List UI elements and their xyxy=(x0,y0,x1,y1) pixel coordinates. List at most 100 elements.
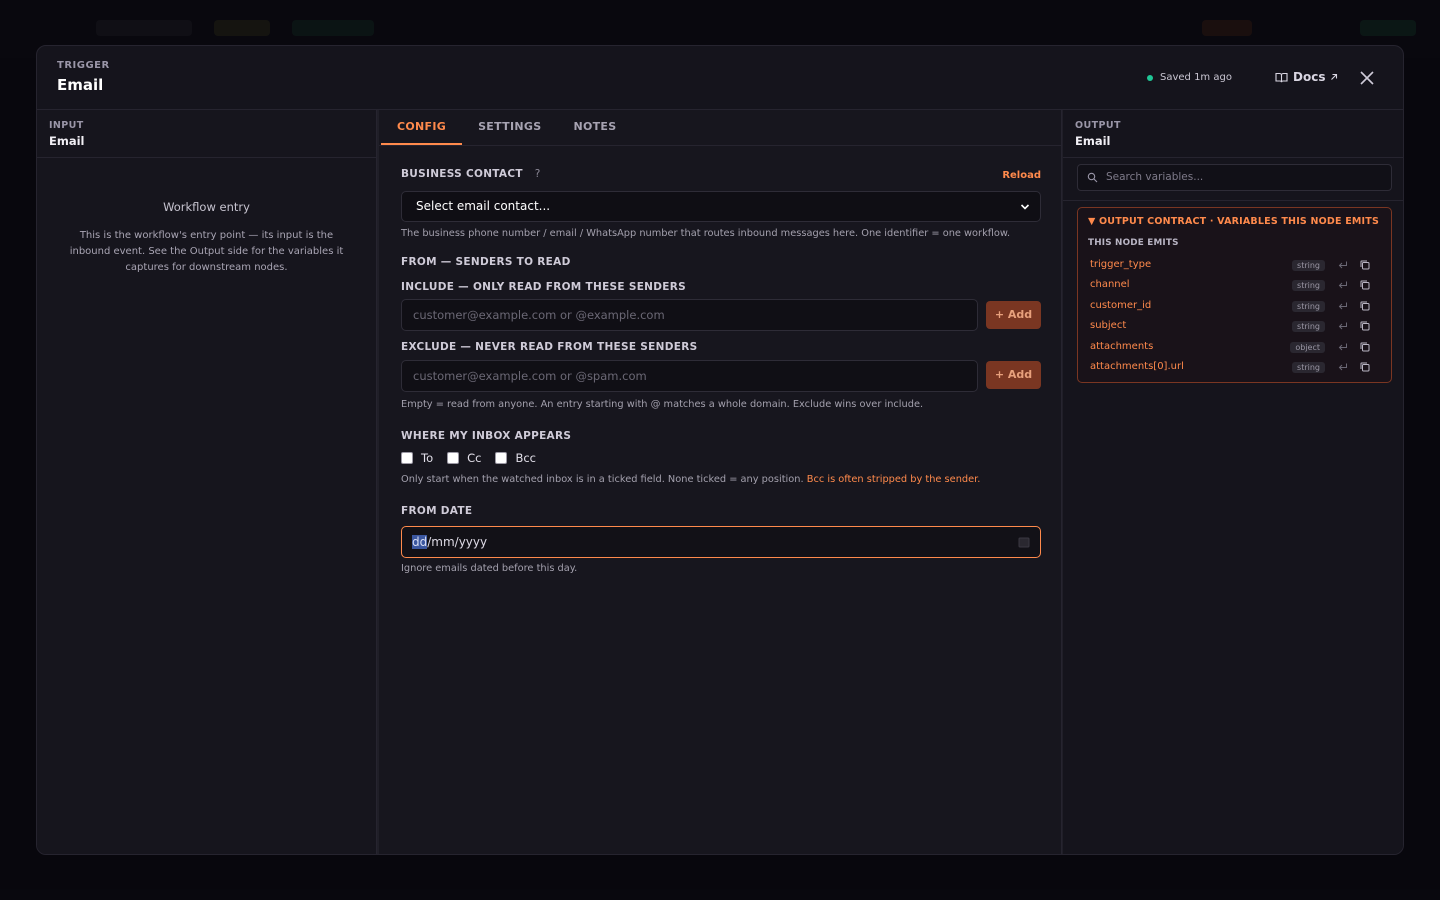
variable-type-badge: string xyxy=(1292,280,1325,292)
insert-icon[interactable] xyxy=(1337,279,1349,291)
copy-icon[interactable] xyxy=(1359,341,1371,353)
from-date-label: FROM DATE xyxy=(401,505,473,517)
variable-row[interactable]: customer_id string xyxy=(1090,299,1383,315)
checkbox-box[interactable] xyxy=(495,452,508,464)
config-panel: CONFIG SETTINGS NOTES BUSINESS CONTACT ?… xyxy=(379,110,1062,854)
saved-status-text: Saved 1m ago xyxy=(1160,72,1232,83)
inbox-help-text: Only start when the watched inbox is in … xyxy=(401,474,980,485)
senders-help-text: Empty = read from anyone. An entry start… xyxy=(401,399,924,410)
variable-row[interactable]: subject string xyxy=(1090,319,1383,335)
copy-icon[interactable] xyxy=(1359,361,1371,373)
search-placeholder: Search variables... xyxy=(1106,171,1204,183)
variable-type-badge: object xyxy=(1290,341,1325,353)
variable-row[interactable]: attachments object xyxy=(1090,340,1383,356)
checkbox-bcc-label: Bcc xyxy=(515,451,537,465)
input-kicker: INPUT xyxy=(49,120,84,131)
variable-row[interactable]: channel string xyxy=(1090,278,1383,294)
variable-search-input[interactable]: Search variables... xyxy=(1077,164,1392,191)
exclude-add-button[interactable]: + Add xyxy=(986,361,1041,389)
contact-help-text: The business phone number / email / What… xyxy=(401,228,1011,239)
variable-name: subject xyxy=(1090,320,1127,332)
config-tabs: CONFIG SETTINGS NOTES xyxy=(379,110,1061,146)
modal-columns: INPUT Email Workflow entry This is the w… xyxy=(37,110,1403,854)
input-panel: INPUT Email Workflow entry This is the w… xyxy=(37,110,377,854)
variable-type-badge: string xyxy=(1292,321,1325,333)
variable-name: trigger_type xyxy=(1090,259,1152,270)
inbox-position-label: WHERE MY INBOX APPEARS xyxy=(401,430,572,442)
checkbox-bcc[interactable]: Bcc xyxy=(495,451,536,465)
workflow-entry-title: Workflow entry xyxy=(163,200,250,214)
insert-icon[interactable] xyxy=(1337,320,1349,332)
book-icon xyxy=(1275,72,1288,82)
variable-row[interactable]: trigger_type string xyxy=(1090,258,1383,274)
insert-icon[interactable] xyxy=(1337,259,1349,271)
include-add-button[interactable]: + Add xyxy=(986,301,1041,329)
checkbox-to[interactable]: To xyxy=(401,451,433,465)
contact-select-value: Select email contact... xyxy=(416,199,551,213)
checkbox-to-label: To xyxy=(421,451,434,465)
output-kicker: OUTPUT xyxy=(1075,120,1121,131)
tab-settings[interactable]: SETTINGS xyxy=(462,110,557,145)
bcc-warning: Bcc is often stripped by the sender. xyxy=(806,474,981,485)
checkbox-cc-label: Cc xyxy=(467,451,482,465)
copy-icon[interactable] xyxy=(1359,320,1371,332)
saved-dot-icon xyxy=(1147,74,1153,81)
checkbox-box[interactable] xyxy=(447,452,460,464)
include-sender-input[interactable]: customer@example.com or @example.com xyxy=(401,299,978,331)
node-title: Email xyxy=(57,76,104,94)
from-date-help-text: Ignore emails dated before this day. xyxy=(401,563,578,574)
insert-icon[interactable] xyxy=(1337,341,1349,353)
output-panel-header: OUTPUT Email xyxy=(1063,110,1403,158)
include-label: INCLUDE — ONLY READ FROM THESE SENDERS xyxy=(401,281,686,293)
search-icon xyxy=(1087,172,1098,183)
exclude-sender-input[interactable]: customer@example.com or @spam.com xyxy=(401,360,978,392)
reload-button[interactable]: Reload xyxy=(1002,170,1041,181)
chevron-down-icon xyxy=(1020,204,1030,210)
copy-icon[interactable] xyxy=(1359,279,1371,291)
output-contract-subheader: THIS NODE EMITS xyxy=(1088,238,1179,248)
exclude-label: EXCLUDE — NEVER READ FROM THESE SENDERS xyxy=(401,341,698,353)
checkbox-box[interactable] xyxy=(401,452,413,464)
external-link-icon xyxy=(1331,73,1338,80)
variable-name: attachments xyxy=(1090,340,1154,352)
divider xyxy=(1063,200,1403,201)
insert-icon[interactable] xyxy=(1337,361,1349,373)
close-icon[interactable] xyxy=(1357,68,1377,88)
tab-notes[interactable]: NOTES xyxy=(557,110,632,145)
insert-icon[interactable] xyxy=(1337,300,1349,312)
copy-icon[interactable] xyxy=(1359,300,1371,312)
output-title: Email xyxy=(1075,134,1111,148)
variable-name: channel xyxy=(1090,279,1130,291)
checkbox-cc[interactable]: Cc xyxy=(447,451,481,465)
input-panel-header: INPUT Email xyxy=(37,110,376,158)
docs-link[interactable]: Docs xyxy=(1275,70,1338,84)
copy-icon[interactable] xyxy=(1359,259,1371,271)
input-title: Email xyxy=(49,134,85,148)
from-section-label: FROM — SENDERS TO READ xyxy=(401,256,571,268)
contact-select[interactable]: Select email contact... xyxy=(401,191,1041,222)
calendar-icon[interactable] xyxy=(1018,536,1030,548)
variable-type-badge: string xyxy=(1292,362,1325,373)
output-contract-header[interactable]: ▼ OUTPUT CONTRACT · VARIABLES THIS NODE … xyxy=(1088,216,1379,227)
date-rest-segment[interactable]: /mm/yyyy xyxy=(427,535,487,549)
variable-name: attachments[0].url xyxy=(1090,361,1184,372)
date-day-segment[interactable]: dd xyxy=(412,535,428,549)
business-contact-label: BUSINESS CONTACT ? xyxy=(401,168,541,180)
inbox-position-checkboxes: To Cc Bcc xyxy=(401,451,536,465)
variable-name: customer_id xyxy=(1090,299,1152,311)
node-config-modal: TRIGGER Email Saved 1m ago Docs INPUT Em… xyxy=(36,45,1404,855)
from-date-input[interactable]: dd/mm/yyyy xyxy=(401,526,1041,558)
workflow-entry-description: This is the workflow's entry point — its… xyxy=(69,230,344,273)
variable-type-badge: string xyxy=(1292,260,1325,271)
inbox-help-main: Only start when the watched inbox is in … xyxy=(401,474,804,485)
modal-header: TRIGGER Email Saved 1m ago Docs xyxy=(37,46,1403,110)
output-panel: OUTPUT Email Search variables... ▼ OUTPU… xyxy=(1063,110,1403,854)
docs-label: Docs xyxy=(1293,70,1326,84)
tab-config[interactable]: CONFIG xyxy=(381,110,463,145)
variable-type-badge: string xyxy=(1292,300,1325,312)
help-icon[interactable]: ? xyxy=(535,168,541,180)
variable-row[interactable]: attachments[0].url string xyxy=(1090,360,1383,376)
node-type-kicker: TRIGGER xyxy=(57,60,110,71)
saved-status: Saved 1m ago xyxy=(1147,72,1232,83)
output-contract: ▼ OUTPUT CONTRACT · VARIABLES THIS NODE … xyxy=(1077,207,1392,383)
